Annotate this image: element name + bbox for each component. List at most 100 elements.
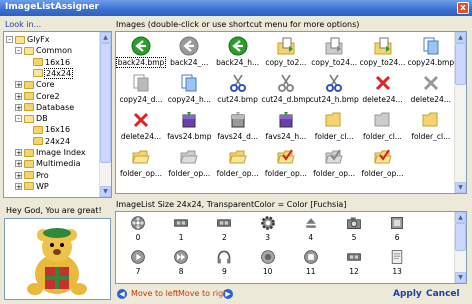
image-item[interactable]: cut24_d.bmp [259,71,313,108]
image-item[interactable]: copy24.bmp [404,34,458,71]
image-item[interactable]: folder_op... [116,145,168,182]
move-right-icon[interactable]: ▶ [223,289,233,299]
expand-icon[interactable]: + [15,81,22,89]
image-item[interactable]: folder_op... [211,145,265,182]
image-item[interactable]: folder_op... [307,145,361,182]
image-item[interactable]: cut24.bmp [211,71,265,108]
scroll-up-arrow[interactable]: ▲ [100,32,111,43]
imagelist-item[interactable]: 10 [247,247,289,277]
image-item[interactable]: folder_cl... [404,108,458,145]
imagelist-item[interactable]: 8 [160,247,202,277]
image-caption: folder_op... [119,169,163,178]
imagelist-item[interactable]: 1 [160,213,202,243]
scroll-thumb[interactable] [455,223,466,251]
imagelist-item[interactable]: 13 [376,247,418,277]
window-title: ImageListAssigner [5,2,99,12]
tree-item[interactable]: 24x24 [24,136,70,147]
images-grid[interactable]: folder_op... folder_op... folder_op... fold… [115,31,467,194]
tree-item[interactable]: + WP [15,181,49,192]
tree-item-label: Core2 [36,91,60,101]
tree-item[interactable]: + Core [15,79,55,90]
image-item[interactable]: delete24... [116,108,168,145]
imagelist-item[interactable]: 6 [376,213,418,243]
folder-tree[interactable]: + WP + Pro + Multimedia + Image Index 24x24 16x16… [3,31,112,198]
imagelist-item[interactable]: 7 [117,247,159,277]
close-button[interactable]: x [457,2,469,14]
expand-icon[interactable]: + [15,171,22,179]
collapse-icon[interactable]: - [6,36,13,44]
image-caption: copy24.bmp [407,58,455,67]
imagelist-item[interactable]: 12 [333,247,375,277]
image-item[interactable]: favs24.bmp [162,108,216,145]
imagelist-scrollbar[interactable]: ▲ ▼ [454,212,466,283]
move-left-icon[interactable]: ◀ [117,289,127,299]
image-item[interactable]: copy_to24... [356,34,410,71]
delete-x-gray-icon [421,73,441,93]
image-item[interactable]: favs24_h... [259,108,313,145]
folder-icon [24,80,34,89]
tree-item[interactable]: + Multimedia [15,158,80,169]
play-icon [130,249,146,265]
tree-item[interactable]: 16x16 [24,124,70,135]
imagelist-item[interactable]: 9 [203,247,245,277]
tree-item-label: DB [36,114,48,124]
imagelist-index: 2 [222,233,227,242]
apply-button[interactable]: Apply [393,289,422,299]
tree-item[interactable]: 24x24 [24,67,74,79]
imagelist-item[interactable]: 4 [290,213,332,243]
image-item[interactable]: delete24... [404,71,458,108]
tree-scrollbar[interactable]: ▲ ▼ [99,32,111,197]
image-item[interactable]: copy_to24... [307,34,361,71]
cancel-button[interactable]: Cancel [426,289,460,299]
scroll-down-arrow[interactable]: ▼ [100,186,111,197]
collapse-icon[interactable]: - [15,115,22,123]
tree-item[interactable]: 16x16 [24,57,70,68]
image-item[interactable]: back24.bmp [116,34,168,71]
expand-icon[interactable]: + [15,149,22,157]
expand-icon[interactable]: + [15,92,22,100]
scroll-down-arrow[interactable]: ▼ [455,182,466,193]
image-item[interactable]: cut24_h.bmp [307,71,361,108]
scroll-down-arrow[interactable]: ▼ [455,272,466,283]
image-item[interactable]: folder_cl... [307,108,361,145]
imagelist-item[interactable]: 0 [117,213,159,243]
expand-icon[interactable]: + [15,182,22,190]
imagelist-grid[interactable]: 13 12 11 10 9 8 7 6 5 4 3 2 1 0 ▲ ▼ [115,211,467,284]
scroll-up-arrow[interactable]: ▲ [455,32,466,43]
scroll-thumb[interactable] [100,43,111,163]
image-item[interactable]: folder_cl... [356,108,410,145]
tree-item[interactable]: - Common [15,45,72,56]
scroll-up-arrow[interactable]: ▲ [455,212,466,223]
filmstrip-frames-icon [346,249,362,265]
collapse-icon[interactable]: - [15,47,22,55]
imagelist-item[interactable]: 2 [203,213,245,243]
image-item[interactable]: folder_op... [259,145,313,182]
image-item[interactable]: copy24_h... [162,71,216,108]
image-item[interactable]: copy_to2... [259,34,313,71]
imagelist-item[interactable]: 11 [290,247,332,277]
scroll-thumb[interactable] [455,43,466,85]
images-scrollbar[interactable]: ▲ ▼ [454,32,466,193]
image-item[interactable]: delete24... [356,71,410,108]
expand-icon[interactable]: + [15,103,22,111]
image-item[interactable]: back24_h... [211,34,265,71]
imagelist-index: 1 [178,233,184,242]
tree-item[interactable]: - DB [15,113,48,124]
imagelist-item[interactable]: 3 [247,213,289,243]
images-header: Images (double-click or use shortcut men… [116,20,360,29]
image-item[interactable]: copy24_d... [116,71,168,108]
image-item[interactable]: back24_... [162,34,216,71]
tree-item[interactable]: + Pro [15,170,49,181]
expand-icon[interactable]: + [15,160,22,168]
image-item[interactable]: folder_op... [356,145,410,182]
greeting-text: Hey God, You are great! [6,206,102,215]
tree-item[interactable]: - GlyFx [6,34,50,45]
tree-item[interactable]: + Image Index [15,147,86,158]
tree-item[interactable]: + Database [15,102,74,113]
tree-item[interactable]: + Core2 [15,91,60,102]
imagelist-index: 8 [178,267,184,276]
move-left-link[interactable]: Move to left [131,289,179,298]
imagelist-item[interactable]: 5 [333,213,375,243]
image-item[interactable]: folder_op... [162,145,216,182]
image-item[interactable]: favs24_d... [211,108,265,145]
